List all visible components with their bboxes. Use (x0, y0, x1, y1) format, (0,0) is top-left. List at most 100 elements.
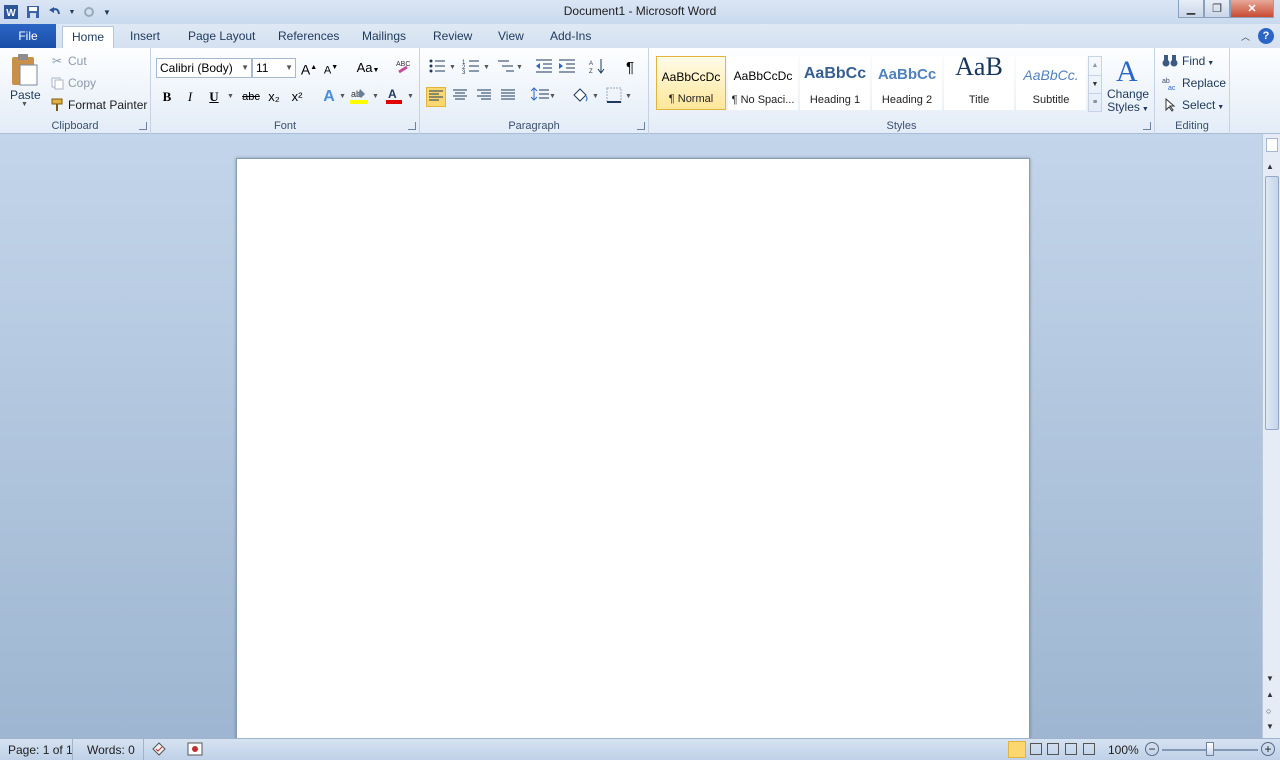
find-button[interactable]: Find ▼ (1182, 54, 1214, 68)
multilevel-dropdown-icon[interactable]: ▼ (516, 64, 523, 71)
font-size-combo[interactable]: 11 ▼ (252, 58, 296, 78)
vertical-scrollbar[interactable]: ▲ ▼ ▲ ○ ▼ (1262, 134, 1280, 738)
tab-page-layout[interactable]: Page Layout (180, 26, 263, 48)
zoom-in-icon[interactable]: + (1261, 742, 1275, 756)
borders-icon[interactable] (604, 87, 624, 107)
shrink-font-icon[interactable]: A▼ (321, 58, 341, 78)
copy-button[interactable]: Copy (68, 76, 96, 90)
style-subtitle[interactable]: AaBbCc. Subtitle (1016, 56, 1086, 110)
align-center-icon[interactable] (450, 87, 470, 107)
bullets-icon[interactable] (427, 58, 447, 78)
style-normal[interactable]: AaBbCcDc ¶ Normal (656, 56, 726, 110)
zoom-slider-thumb[interactable] (1206, 742, 1214, 756)
strikethrough-button[interactable]: abc (239, 87, 263, 107)
align-right-icon[interactable] (474, 87, 494, 107)
font-launcher-icon[interactable] (408, 122, 416, 130)
style-heading-2[interactable]: AaBbCc Heading 2 (872, 56, 942, 110)
minimize-icon[interactable]: ▁ (1178, 0, 1204, 18)
sort-icon[interactable]: AZ (588, 58, 608, 78)
proofing-icon[interactable] (151, 742, 167, 759)
shading-icon[interactable] (570, 87, 590, 107)
increase-indent-icon[interactable] (557, 58, 577, 78)
document-page[interactable] (236, 158, 1030, 758)
text-effects-icon[interactable]: A (319, 87, 339, 107)
next-page-icon[interactable]: ▼ (1266, 722, 1274, 731)
change-styles-button[interactable]: Change Styles ▼ (1107, 88, 1149, 116)
tab-home[interactable]: Home (62, 26, 114, 48)
show-marks-icon[interactable]: ¶ (620, 58, 640, 78)
scroll-down-icon[interactable]: ▼ (1266, 674, 1274, 683)
line-spacing-icon[interactable] (530, 87, 550, 107)
tab-insert[interactable]: Insert (122, 26, 168, 48)
gallery-down-icon[interactable]: ▼ (1089, 75, 1101, 93)
gallery-up-icon[interactable]: ▲ (1089, 57, 1101, 75)
page-count-status[interactable]: Page: 1 of 1 (8, 743, 73, 757)
style-title[interactable]: AaB Title (944, 52, 1014, 110)
draft-icon[interactable] (1083, 743, 1095, 755)
tab-references[interactable]: References (270, 26, 347, 48)
highlight-icon[interactable]: ab (349, 87, 369, 107)
browse-object-icon[interactable]: ○ (1266, 706, 1271, 716)
highlight-dropdown-icon[interactable]: ▼ (372, 93, 379, 100)
superscript-button[interactable]: x² (287, 87, 307, 107)
font-color-dropdown-icon[interactable]: ▼ (407, 93, 414, 100)
previous-page-icon[interactable]: ▲ (1266, 690, 1274, 699)
tab-mailings[interactable]: Mailings (354, 26, 414, 48)
scroll-up-icon[interactable]: ▲ (1266, 162, 1274, 171)
full-screen-reading-icon[interactable] (1030, 743, 1042, 755)
word-count-status[interactable]: Words: 0 (87, 743, 135, 757)
subscript-button[interactable]: x₂ (264, 87, 284, 107)
tab-file[interactable]: File (0, 24, 56, 48)
minimize-ribbon-icon[interactable]: ︿ (1241, 30, 1250, 43)
paste-icon[interactable] (8, 52, 40, 88)
select-button[interactable]: Select ▼ (1182, 98, 1224, 112)
paragraph-launcher-icon[interactable] (637, 122, 645, 130)
line-spacing-dropdown-icon[interactable]: ▼ (549, 93, 556, 100)
paste-dropdown-icon[interactable]: ▼ (21, 101, 28, 108)
justify-icon[interactable] (498, 87, 518, 107)
style-heading-1[interactable]: AaBbCc Heading 1 (800, 56, 870, 110)
format-painter-button[interactable]: Format Painter (68, 98, 147, 112)
underline-dropdown-icon[interactable]: ▼ (227, 93, 234, 100)
change-case-icon[interactable]: Aa▼ (355, 58, 381, 78)
close-icon[interactable]: ✕ (1230, 0, 1274, 18)
styles-launcher-icon[interactable] (1143, 122, 1151, 130)
zoom-level[interactable]: 100% (1108, 743, 1139, 757)
text-effects-dropdown-icon[interactable]: ▼ (339, 93, 346, 100)
style-no-spacing[interactable]: AaBbCcDc ¶ No Spaci... (728, 56, 798, 110)
italic-button[interactable]: I (180, 87, 200, 107)
paste-button[interactable]: Paste (10, 88, 41, 102)
change-styles-icon[interactable]: A (1111, 52, 1145, 86)
shading-dropdown-icon[interactable]: ▼ (592, 93, 599, 100)
replace-button[interactable]: Replace (1182, 76, 1226, 90)
clipboard-launcher-icon[interactable] (139, 122, 147, 130)
underline-button[interactable]: U (204, 87, 224, 107)
cut-button[interactable]: Cut (68, 54, 87, 68)
outline-icon[interactable] (1065, 743, 1077, 755)
tab-view[interactable]: View (490, 26, 532, 48)
numbering-dropdown-icon[interactable]: ▼ (483, 64, 490, 71)
decrease-indent-icon[interactable] (534, 58, 554, 78)
bullets-dropdown-icon[interactable]: ▼ (449, 64, 456, 71)
help-icon[interactable]: ? (1258, 28, 1274, 44)
grow-font-icon[interactable]: A▲ (299, 58, 319, 78)
bold-button[interactable]: B (157, 87, 177, 107)
gallery-more-icon[interactable]: ≡ (1089, 93, 1101, 111)
font-color-icon[interactable]: A (384, 87, 404, 107)
web-layout-icon[interactable] (1047, 743, 1059, 755)
ruler-toggle-icon[interactable] (1266, 138, 1278, 152)
numbering-icon[interactable]: 123 (461, 58, 481, 78)
borders-dropdown-icon[interactable]: ▼ (625, 93, 632, 100)
print-layout-icon[interactable] (1008, 741, 1026, 758)
font-name-combo[interactable]: Calibri (Body) ▼ (156, 58, 252, 78)
clear-formatting-icon[interactable]: ABC (393, 58, 413, 78)
align-left-icon[interactable] (426, 87, 446, 107)
tab-add-ins[interactable]: Add-Ins (542, 26, 599, 48)
macro-record-icon[interactable] (187, 742, 203, 759)
scroll-thumb[interactable] (1265, 176, 1279, 430)
zoom-out-icon[interactable]: − (1145, 742, 1159, 756)
restore-icon[interactable]: ❐ (1204, 0, 1230, 18)
chevron-down-icon: ▼ (241, 63, 249, 72)
multilevel-list-icon[interactable] (496, 58, 516, 78)
tab-review[interactable]: Review (425, 26, 480, 48)
